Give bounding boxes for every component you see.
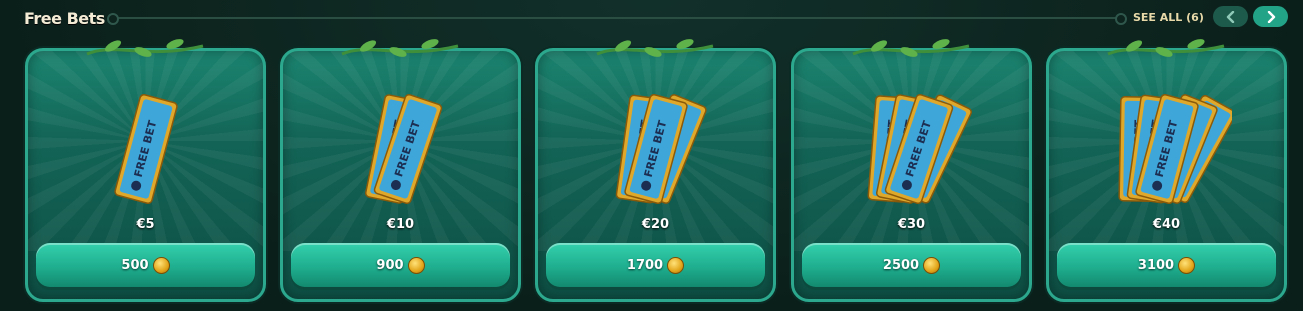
buy-free-bet-button[interactable]: 2500	[802, 243, 1021, 287]
free-bet-ticket-icon: FREE BETFREE BETFREE BETFREE BET	[867, 93, 972, 205]
vine-decoration	[596, 39, 714, 57]
chevron-right-icon	[1267, 10, 1275, 23]
section-title: Free Bets	[24, 9, 105, 28]
coin-icon	[152, 256, 170, 274]
free-bet-ticket-icon: FREE BETFREE BETFREE BET	[615, 94, 707, 204]
vine-decoration	[86, 39, 204, 57]
free-bet-value: €40	[1152, 217, 1181, 232]
coin-cost: 2500	[882, 257, 920, 273]
coin-icon	[1178, 256, 1196, 274]
buy-free-bet-button[interactable]: 500	[36, 243, 255, 287]
next-button[interactable]	[1253, 6, 1288, 27]
buy-free-bet-button[interactable]: 1700	[546, 243, 765, 287]
coin-cost: 1700	[626, 257, 664, 273]
coin-cost: 500	[121, 257, 149, 273]
vine-decoration	[341, 39, 459, 57]
coin-cost: 900	[376, 257, 404, 273]
free-bets-section: Free Bets SEE ALL (6) FREE BET €5 500 FREE …	[0, 0, 1303, 311]
coin-cost: 3100	[1137, 257, 1175, 273]
free-bet-card[interactable]: FREE BETFREE BETFREE BETFREE BET €30 2500	[791, 48, 1032, 302]
free-bet-card[interactable]: FREE BETFREE BETFREE BETFREE BETFREE BET…	[1046, 48, 1287, 302]
buy-free-bet-button[interactable]: 3100	[1057, 243, 1276, 287]
coin-icon	[667, 256, 685, 274]
free-bet-ticket-icon: FREE BETFREE BET	[364, 93, 442, 205]
vine-decoration	[1107, 39, 1225, 57]
free-bet-ticket-icon: FREE BETFREE BETFREE BETFREE BETFREE BET	[1117, 94, 1232, 204]
free-bet-cards: FREE BET€5500FREE BETFREE BET€10900FREE …	[25, 39, 1287, 304]
see-all-link[interactable]: SEE ALL (6)	[1133, 11, 1204, 24]
free-bet-card[interactable]: FREE BETFREE BETFREE BET €20 1700	[535, 48, 776, 302]
chevron-left-icon	[1226, 10, 1234, 23]
free-bet-value: €5	[136, 217, 155, 232]
buy-free-bet-button[interactable]: 900	[291, 243, 510, 287]
free-bet-card[interactable]: FREE BETFREE BET €10 900	[280, 48, 521, 302]
free-bet-ticket-icon: FREE BET	[113, 94, 178, 204]
coin-icon	[407, 256, 425, 274]
header-divider	[107, 13, 1127, 25]
free-bet-value: €10	[386, 217, 415, 232]
coin-icon	[923, 256, 941, 274]
free-bet-value: €30	[897, 217, 926, 232]
prev-button[interactable]	[1213, 6, 1248, 27]
free-bet-card[interactable]: FREE BET €5 500	[25, 48, 266, 302]
section-header: Free Bets SEE ALL (6)	[0, 0, 1303, 38]
free-bet-value: €20	[641, 217, 670, 232]
vine-decoration	[852, 39, 970, 57]
